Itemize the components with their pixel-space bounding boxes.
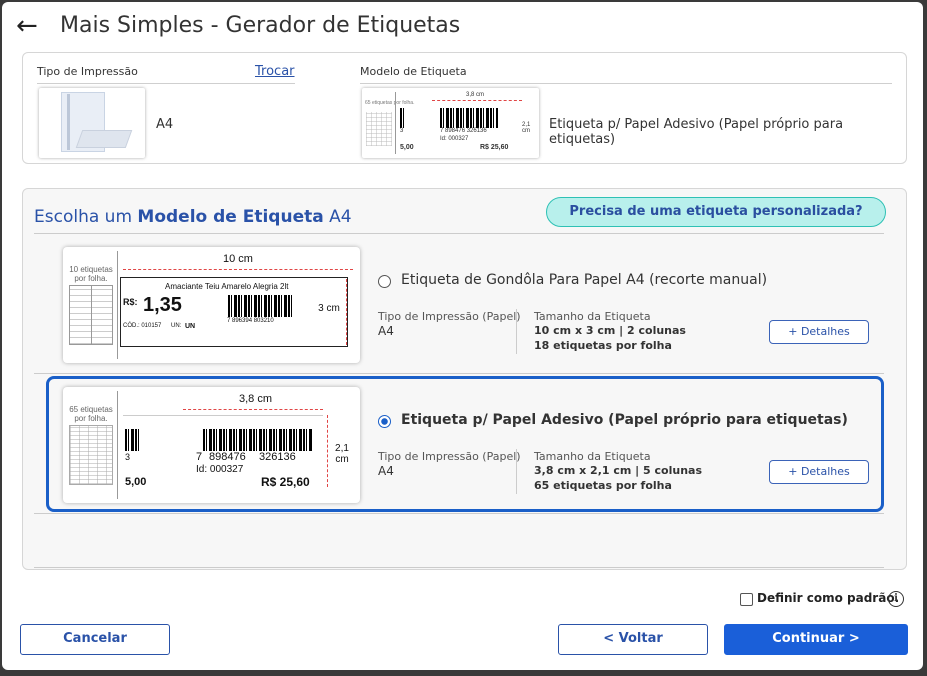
option-2-sheet-grid (69, 425, 113, 485)
option-1-currency: R$: (123, 297, 138, 307)
option-2-print-type-label: Tipo de Impressão (Papel) (378, 450, 521, 463)
label-model-thumbnail: 65 etiquetas por folha. 3,8 cm 2,1 cm 3 7… (362, 88, 539, 158)
option-1-size-label: Tamanho da Etiqueta (534, 310, 651, 323)
option-1-per-sheet: 18 etiquetas por folha (534, 339, 672, 352)
custom-label-button[interactable]: Precisa de uma etiqueta personalizada? (546, 197, 886, 227)
continue-button[interactable]: Continuar > (724, 624, 908, 655)
label-model-value: Etiqueta p/ Papel Adesivo (Papel próprio… (549, 117, 844, 147)
option-1-print-type-value: A4 (378, 324, 394, 338)
option-1-unit-value: UN (185, 323, 196, 330)
option-2-barcode (203, 429, 313, 451)
thumb-height-text: 2,1 cm (522, 122, 531, 134)
option-1-height-text: 3 cm (318, 303, 340, 314)
option-2-barcode-right: 326136 (259, 451, 296, 463)
a4-paper-thumbnail (39, 88, 145, 158)
option-1-code: CÓD.: 010157 (123, 323, 162, 329)
option-2-price: R$ 25,60 (261, 475, 310, 489)
dialog-header: ← Mais Simples - Gerador de Etiquetas (2, 2, 923, 52)
dialog-window: ← Mais Simples - Gerador de Etiquetas Ti… (2, 2, 923, 670)
option-1-details-button[interactable]: + Detalhes (769, 320, 869, 344)
divider (516, 309, 517, 354)
chooser-prefix: Escolha um (34, 207, 132, 227)
thumb-barcode (440, 108, 498, 128)
thumb-barcode-small (400, 108, 406, 128)
option-2-height-text: 2,1 cm (335, 443, 349, 465)
option-2-left-price: 5,00 (125, 476, 147, 488)
option-1-barcode-digits: 7 896394 803210 (227, 318, 274, 324)
chooser-heading: Escolha um Modelo de Etiqueta A4 (34, 207, 352, 227)
divider (37, 83, 295, 84)
divider (34, 567, 884, 568)
option-1-sheet-grid (69, 285, 113, 345)
option-1-print-type-label: Tipo de Impressão (Papel) (378, 310, 521, 323)
option-1-width-text: 10 cm (223, 253, 253, 265)
option-2-barcode-left: 7 (196, 451, 203, 463)
option-2-size-label: Tamanho da Etiqueta (534, 450, 651, 463)
option-2-width-text: 3,8 cm (239, 393, 273, 405)
option-1-size-value: 10 cm x 3 cm | 2 colunas (534, 324, 686, 337)
option-1-price: 1,35 (143, 294, 182, 316)
option-2-small-code: 3 (125, 452, 131, 462)
option-2-print-type-value: A4 (378, 464, 394, 478)
change-print-type-link[interactable]: Trocar (255, 64, 295, 79)
option-2-barcode-small (125, 429, 139, 451)
option-2-sheet-text: 65 etiquetas por folha. (69, 405, 113, 423)
option-2-per-sheet: 65 etiquetas por folha (534, 479, 672, 492)
option-2-barcode-mid: 898476 (209, 451, 246, 463)
label-model-label: Modelo de Etiqueta (360, 65, 467, 78)
divider (34, 233, 884, 234)
page-title: Mais Simples - Gerador de Etiquetas (60, 13, 461, 38)
thumb-width-text: 3,8 cm (466, 92, 485, 98)
cancel-button[interactable]: Cancelar (20, 624, 170, 655)
option-1-unit-label: UN: (171, 323, 182, 329)
divider (360, 83, 892, 84)
model-chooser-panel: Escolha um Modelo de Etiqueta A4 Precisa… (22, 188, 907, 570)
option-1-sheet-text: 10 etiquetas por folha. (69, 265, 113, 283)
print-type-value: A4 (156, 117, 174, 132)
option-2-details-button[interactable]: + Detalhes (769, 460, 869, 484)
set-default-label[interactable]: Definir como padrão. (757, 591, 899, 605)
thumb-sheet-text: 65 etiquetas por folha. (365, 100, 415, 106)
option-2-id: Id: 000327 (196, 464, 244, 475)
print-type-label: Tipo de Impressão (37, 65, 138, 78)
option-1-product: Amaciante Teiu Amarelo Alegria 2lt (165, 282, 289, 291)
option-1-preview[interactable]: 10 etiquetas por folha. 10 cm Amaciante … (63, 247, 360, 363)
set-default-checkbox[interactable] (740, 593, 753, 606)
option-1-barcode (228, 295, 292, 317)
thumb-sheet-grid (366, 112, 392, 146)
back-arrow-icon[interactable]: ← (16, 12, 38, 40)
option-2-title[interactable]: Etiqueta p/ Papel Adesivo (Papel próprio… (401, 412, 848, 428)
option-2-preview[interactable]: 65 etiquetas por folha. 3,8 cm 3 7 89847… (63, 387, 360, 503)
current-config-panel: Tipo de Impressão Trocar A4 Modelo de Et… (22, 52, 907, 164)
divider (34, 513, 884, 514)
divider (516, 449, 517, 494)
back-button[interactable]: < Voltar (558, 624, 708, 655)
info-icon[interactable]: i (888, 591, 904, 607)
option-1-title[interactable]: Etiqueta de Gondôla Para Papel A4 (recor… (401, 272, 767, 288)
chooser-suffix: A4 (329, 207, 352, 227)
divider (34, 373, 884, 374)
option-2-size-value: 3,8 cm x 2,1 cm | 5 colunas (534, 464, 702, 477)
chooser-bold: Modelo de Etiqueta (137, 207, 324, 227)
option-2-radio[interactable] (378, 415, 391, 428)
option-1-radio[interactable] (378, 275, 391, 288)
